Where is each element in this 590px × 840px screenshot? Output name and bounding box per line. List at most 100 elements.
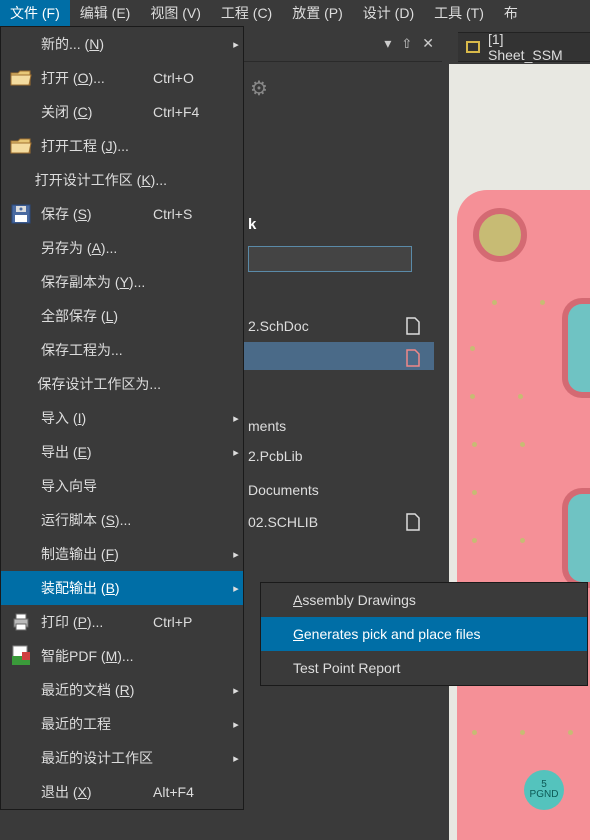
menu-item[interactable]: 打开设计工作区 (K)... <box>1 163 243 197</box>
menu-item[interactable]: 打印 (P)...Ctrl+P <box>1 605 243 639</box>
menu-item[interactable]: 保存工程为... <box>1 333 243 367</box>
search-input[interactable] <box>248 246 412 272</box>
pcb-slot <box>562 488 590 588</box>
file-row[interactable]: ments <box>248 412 432 440</box>
document-tab-label: [1] Sheet_SSM <box>488 31 582 63</box>
file-name: 02.SCHLIB <box>248 514 400 530</box>
grid-dot <box>470 394 475 399</box>
menubar-item[interactable]: 编辑 (E) <box>70 0 141 26</box>
menu-item[interactable]: 导出 (E)▸ <box>1 435 243 469</box>
menu-item[interactable]: 装配输出 (B) ▸ <box>1 571 243 605</box>
menu-item[interactable]: 导入 (I) ▸ <box>1 401 243 435</box>
menu-item-shortcut: Ctrl+P <box>153 614 229 630</box>
menu-item-label: 最近的工程 <box>41 714 153 734</box>
menu-item[interactable]: 保存设计工作区为... <box>1 367 243 401</box>
pcb-via <box>473 208 527 262</box>
grid-dot <box>520 730 525 735</box>
pad-net: PGND <box>530 790 559 800</box>
menu-item-label: 另存为 (A)... <box>41 238 153 258</box>
document-icon <box>406 317 432 335</box>
printer-icon <box>1 612 41 632</box>
grid-dot <box>472 730 477 735</box>
menu-item-shortcut: Ctrl+O <box>153 70 229 86</box>
menu-item-label: 制造输出 (F) <box>41 544 153 564</box>
menu-item-label: 最近的设计工作区 <box>41 748 153 768</box>
menubar-item[interactable]: 设计 (D) <box>353 0 424 26</box>
menu-item[interactable]: 制造输出 (F) ▸ <box>1 537 243 571</box>
file-name: 2.PcbLib <box>248 448 400 464</box>
menu-item[interactable]: 关闭 (C)Ctrl+F4 <box>1 95 243 129</box>
menu-item[interactable]: 保存 (S)Ctrl+S <box>1 197 243 231</box>
menu-item[interactable]: 另存为 (A)... <box>1 231 243 265</box>
menu-item-shortcut: Ctrl+F4 <box>153 104 229 120</box>
grid-dot <box>470 346 475 351</box>
menu-item-shortcut: Alt+F4 <box>153 784 229 800</box>
assembly-output-submenu: Assembly DrawingsGenerates pick and plac… <box>260 582 588 686</box>
file-menu-dropdown: 新的... (N)▸打开 (O)...Ctrl+O关闭 (C)Ctrl+F4打开… <box>0 26 244 810</box>
menu-item[interactable]: 智能PDF (M)... <box>1 639 243 673</box>
submenu-item[interactable]: Generates pick and place files <box>261 617 587 651</box>
menubar-item[interactable]: 文件 (F) <box>0 0 70 26</box>
folder-icon <box>1 69 41 87</box>
menu-item-label: 最近的文档 (R) <box>41 680 153 700</box>
menu-item-label: 智能PDF (M)... <box>41 646 153 666</box>
menu-item[interactable]: 最近的文档 (R)▸ <box>1 673 243 707</box>
submenu-arrow-icon: ▸ <box>229 582 243 595</box>
menu-item-label: 退出 (X) <box>41 782 153 802</box>
panel-menu-triangle[interactable]: ▾ <box>384 35 391 52</box>
menu-item[interactable]: 导入向导 <box>1 469 243 503</box>
pcb-slot <box>562 298 590 398</box>
menubar-item[interactable]: 放置 (P) <box>282 0 353 26</box>
file-name: ments <box>248 418 400 434</box>
panel-pin-icon[interactable]: ⇧ <box>401 36 412 52</box>
menu-item[interactable]: 最近的设计工作区 ▸ <box>1 741 243 775</box>
submenu-item[interactable]: Test Point Report <box>261 651 587 685</box>
menu-item-label: 运行脚本 (S)... <box>41 510 153 530</box>
menubar-item[interactable]: 工具 (T) <box>424 0 494 26</box>
menu-item[interactable]: 打开 (O)...Ctrl+O <box>1 61 243 95</box>
document-icon <box>406 349 432 367</box>
gear-icon[interactable]: ⚙ <box>250 76 268 101</box>
file-row[interactable]: 2.SchDoc <box>248 312 432 340</box>
submenu-arrow-icon: ▸ <box>229 548 243 561</box>
file-row[interactable]: Documents <box>248 476 432 504</box>
menu-item-label: 关闭 (C) <box>41 102 153 122</box>
file-row[interactable]: 2.PcbLib <box>248 442 432 470</box>
menu-item[interactable]: 保存副本为 (Y)... <box>1 265 243 299</box>
folder-icon <box>1 137 41 155</box>
submenu-arrow-icon: ▸ <box>229 752 243 765</box>
menu-item[interactable]: 全部保存 (L) <box>1 299 243 333</box>
grid-dot <box>540 300 545 305</box>
submenu-arrow-icon: ▸ <box>229 412 243 425</box>
menu-item-label: 打开 (O)... <box>41 68 153 88</box>
file-row[interactable]: 02.SCHLIB <box>248 508 432 536</box>
sheet-icon <box>466 41 480 53</box>
menubar-item[interactable]: 布 <box>494 0 528 26</box>
menu-item-label: 全部保存 (L) <box>41 306 153 326</box>
submenu-item[interactable]: Assembly Drawings <box>261 583 587 617</box>
panel-close-icon[interactable]: ✕ <box>422 35 434 52</box>
grid-dot <box>472 442 477 447</box>
file-row[interactable] <box>248 344 432 372</box>
menu-item-label: 装配输出 (B) <box>41 578 153 598</box>
menubar-item[interactable]: 视图 (V) <box>140 0 211 26</box>
menu-item[interactable]: 打开工程 (J)... <box>1 129 243 163</box>
floppy-icon <box>1 204 41 224</box>
grid-dot <box>472 490 477 495</box>
menu-item-label: 打印 (P)... <box>41 612 153 632</box>
menubar-item[interactable]: 工程 (C) <box>211 0 282 26</box>
document-tab[interactable]: [1] Sheet_SSM <box>458 32 590 62</box>
menu-item-label: 导入 (I) <box>41 408 153 428</box>
menu-item[interactable]: 最近的工程 ▸ <box>1 707 243 741</box>
document-icon <box>406 513 432 531</box>
menu-item[interactable]: 运行脚本 (S)... <box>1 503 243 537</box>
menu-item[interactable]: 退出 (X)Alt+F4 <box>1 775 243 809</box>
menubar: 文件 (F)编辑 (E)视图 (V)工程 (C)放置 (P)设计 (D)工具 (… <box>0 0 590 26</box>
submenu-arrow-icon: ▸ <box>229 718 243 731</box>
submenu-arrow-icon: ▸ <box>229 446 243 459</box>
pdf-icon <box>1 645 41 667</box>
submenu-arrow-icon: ▸ <box>229 38 243 51</box>
menu-item[interactable]: 新的... (N)▸ <box>1 27 243 61</box>
grid-dot <box>518 394 523 399</box>
menu-item-label: 保存 (S) <box>41 204 153 224</box>
